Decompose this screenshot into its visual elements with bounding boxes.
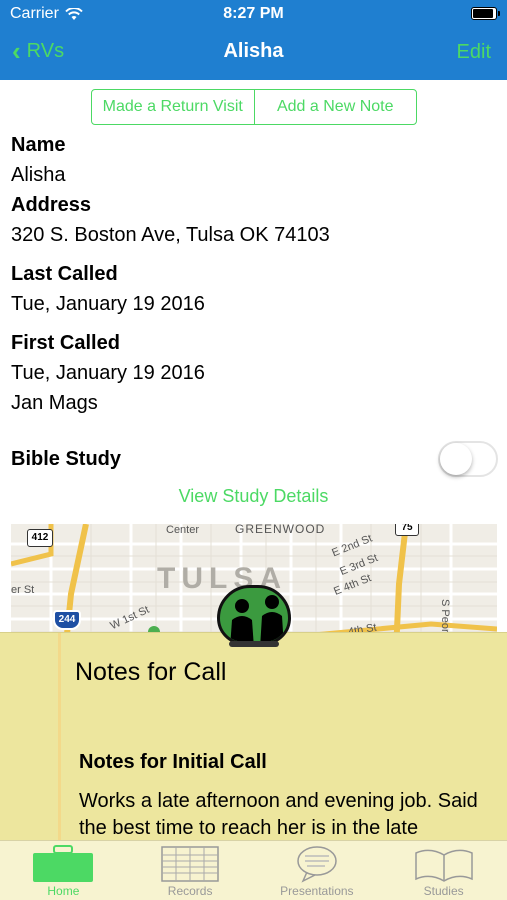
- first-called-value: Tue, January 19 2016: [11, 362, 205, 384]
- page-title: Alisha: [223, 40, 284, 62]
- name-value: Alisha: [11, 164, 66, 186]
- navigation-bar: ‹ RVs Alisha Edit: [0, 28, 507, 80]
- edit-button[interactable]: Edit: [457, 41, 491, 64]
- address-value: 320 S. Boston Ave, Tulsa OK 74103: [11, 224, 330, 246]
- tab-studies[interactable]: Studies: [380, 841, 507, 900]
- highway-shield: 412: [27, 529, 53, 547]
- map-label: GREENWOOD: [235, 524, 326, 536]
- last-called-value: Tue, January 19 2016: [11, 293, 205, 315]
- tab-records[interactable]: Records: [127, 841, 254, 900]
- notes-panel[interactable]: Notes for Call Notes for Initial Call Wo…: [0, 632, 507, 840]
- first-called-publication: Jan Mags: [11, 392, 98, 414]
- last-called-label: Last Called: [11, 263, 118, 285]
- address-label: Address: [11, 194, 92, 216]
- tab-label: Records: [167, 884, 213, 898]
- tab-home[interactable]: Home: [0, 841, 127, 900]
- ledger-icon: [161, 846, 219, 882]
- note-heading: Notes for Initial Call: [79, 751, 267, 773]
- status-time: 8:27 PM: [223, 5, 284, 22]
- map-label: Center: [166, 524, 200, 536]
- tab-label: Studies: [423, 884, 464, 898]
- tab-presentations[interactable]: Presentations: [254, 841, 381, 900]
- made-return-visit-button[interactable]: Made a Return Visit: [92, 90, 255, 124]
- highway-shield: 244: [53, 610, 81, 630]
- notepad-margin-line: [58, 633, 61, 840]
- highway-shield: 75: [395, 524, 419, 536]
- view-study-details-link[interactable]: View Study Details: [0, 486, 507, 507]
- speech-bubble-icon: [297, 846, 337, 883]
- name-label: Name: [11, 134, 66, 156]
- tab-label: Presentations: [280, 884, 354, 898]
- note-body: Works a late afternoon and evening job. …: [79, 790, 478, 839]
- toggle-knob: [440, 443, 472, 475]
- first-called-label: First Called: [11, 332, 120, 354]
- bible-study-label: Bible Study: [11, 448, 122, 470]
- briefcase-icon: [33, 845, 94, 882]
- battery-icon: [471, 7, 500, 20]
- tab-bar: Home Records Presentations Studies: [0, 840, 507, 900]
- bible-study-toggle[interactable]: [438, 441, 498, 477]
- add-new-note-button[interactable]: Add a New Note: [255, 90, 417, 124]
- book-icon: [414, 849, 473, 882]
- two-people-silhouette-icon: [230, 595, 284, 642]
- action-segmented-control: Made a Return Visit Add a New Note: [91, 89, 417, 125]
- status-bar: Carrier 8:27 PM: [0, 0, 507, 28]
- tab-label: Home: [47, 884, 80, 898]
- person-avatar-icon[interactable]: [217, 585, 291, 645]
- notes-title: Notes for Call: [75, 658, 227, 686]
- map-label: er St: [11, 584, 35, 596]
- drag-handle[interactable]: [229, 641, 279, 647]
